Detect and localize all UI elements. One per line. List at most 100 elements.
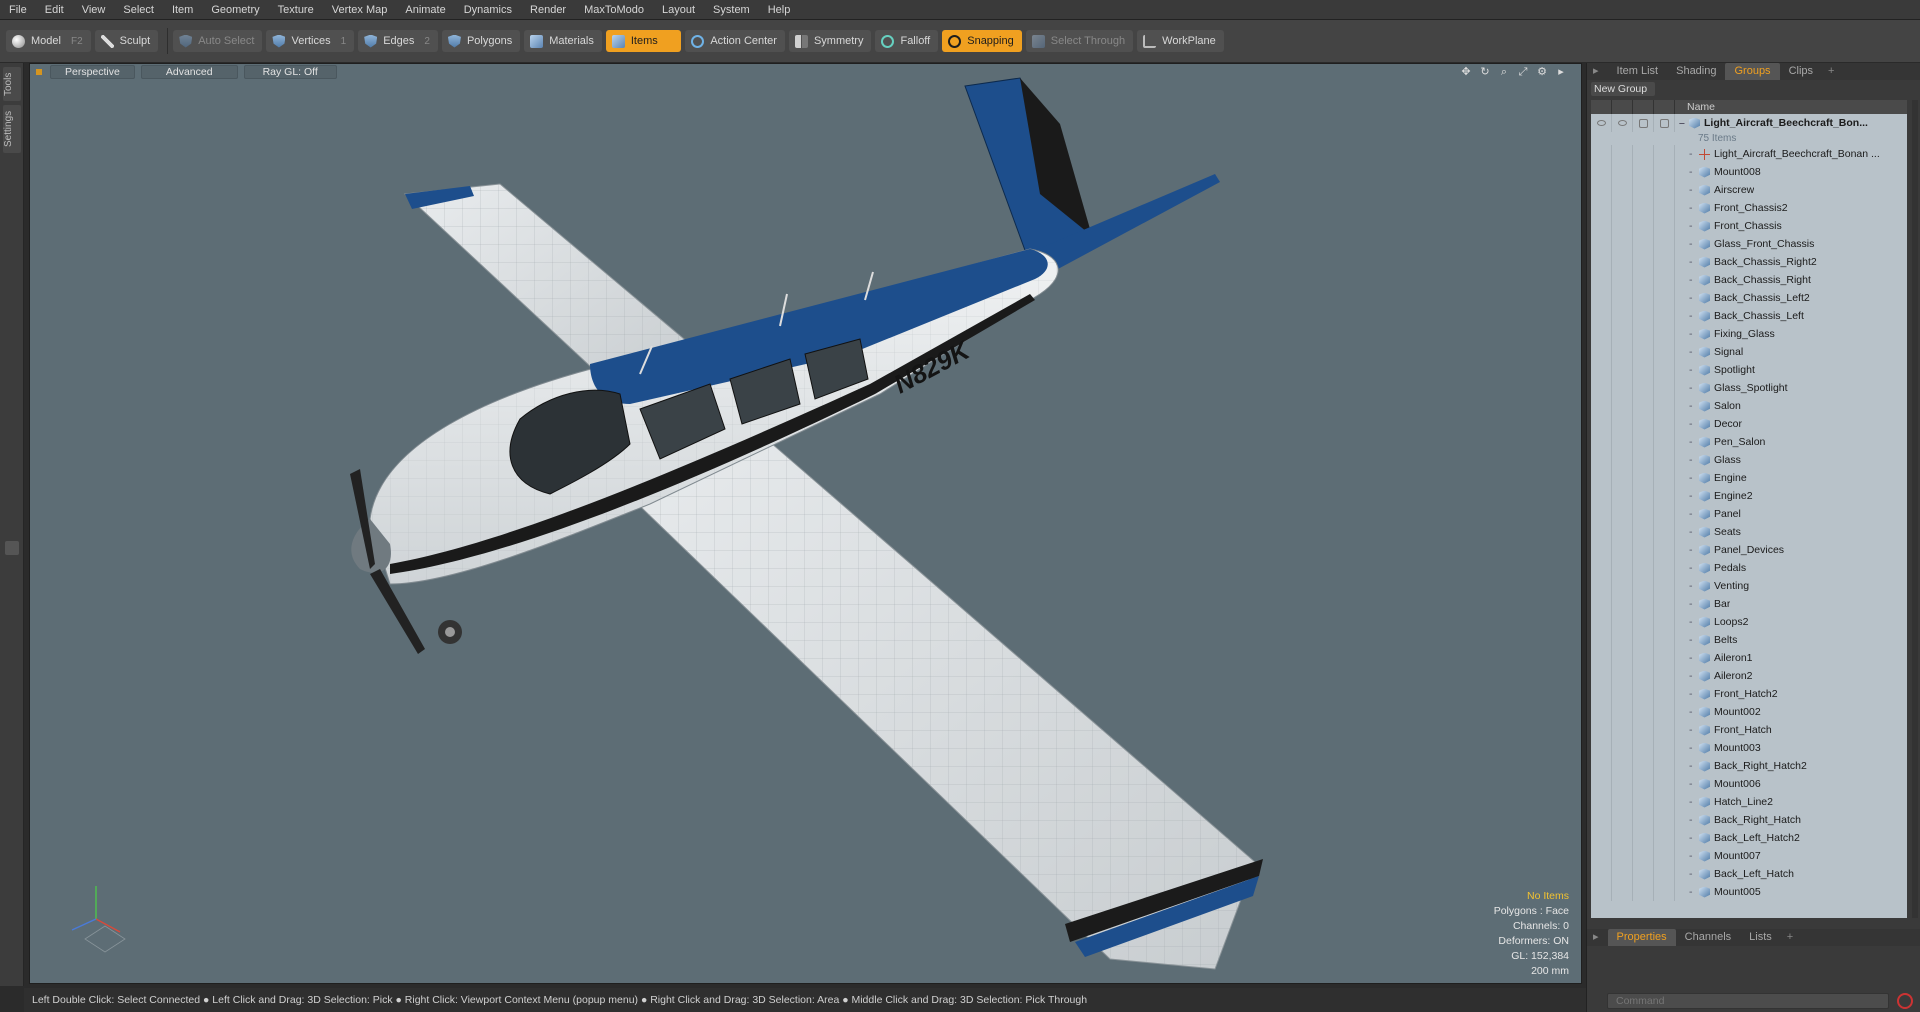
tab-channels[interactable]: Channels [1676,929,1740,946]
list-item[interactable]: - Front_Chassis [1591,217,1907,235]
rotate-view-icon[interactable]: ↻ [1479,66,1491,78]
command-history-icon[interactable] [1897,992,1913,1009]
menu-maxtomodo[interactable]: MaxToModo [575,0,653,20]
zoom-view-icon[interactable]: ⌕ [1498,66,1510,78]
lock-checkbox[interactable] [1638,118,1648,128]
list-item[interactable]: - Seats [1591,523,1907,541]
menu-help[interactable]: Help [759,0,800,20]
items-button[interactable]: Items [605,30,682,52]
list-item[interactable]: - Back_Right_Hatch2 [1591,757,1907,775]
chevron-right-icon[interactable]: ▸ [1555,66,1567,78]
tab-item-list[interactable]: Item List [1608,63,1668,80]
list-item[interactable]: - Mount002 [1591,703,1907,721]
list-item[interactable]: - Back_Right_Hatch [1591,811,1907,829]
list-item[interactable]: - Signal [1591,343,1907,361]
list-item[interactable]: - Back_Chassis_Left2 [1591,289,1907,307]
tab-lists[interactable]: Lists [1740,929,1781,946]
command-input[interactable] [1607,992,1889,1009]
list-item[interactable]: - Spotlight [1591,361,1907,379]
tab-groups[interactable]: Groups [1725,63,1780,80]
add-tab-icon[interactable]: + [1822,63,1840,80]
maximize-view-icon[interactable]: ⤢ [1517,66,1529,78]
action-center-button[interactable]: Action Center [685,30,785,52]
list-item[interactable]: - Panel_Devices [1591,541,1907,559]
3d-viewport[interactable]: N829K Perspective Advanced Ray GL: Off ✥… [29,63,1582,984]
render-column-icon[interactable] [1612,100,1633,114]
tab-properties[interactable]: Properties [1607,929,1676,946]
menu-item[interactable]: Item [163,0,202,20]
select-column-icon[interactable] [1654,100,1675,114]
list-item[interactable]: - Hatch_Line2 [1591,793,1907,811]
move-view-icon[interactable]: ✥ [1460,66,1472,78]
list-item[interactable]: - Front_Hatch2 [1591,685,1907,703]
panel-toggle-button[interactable] [5,541,19,555]
list-item[interactable]: - Panel [1591,505,1907,523]
raygl-button[interactable]: Ray GL: Off [243,65,337,79]
tab-tools[interactable]: Tools [3,67,21,101]
menu-file[interactable]: File [0,0,36,20]
list-item[interactable]: - Venting [1591,577,1907,595]
eye-icon[interactable] [1596,120,1606,126]
collapse-icon[interactable]: – [1679,117,1689,129]
snapping-button[interactable]: Snapping [942,30,1022,52]
list-item[interactable]: - Belts [1591,631,1907,649]
panel-menu-icon[interactable]: ▸ [1591,63,1608,80]
menu-dynamics[interactable]: Dynamics [455,0,521,20]
list-item[interactable]: - Bar [1591,595,1907,613]
materials-button[interactable]: Materials [524,30,602,52]
list-item[interactable]: - Salon [1591,397,1907,415]
list-item[interactable]: - Mount003 [1591,739,1907,757]
list-item[interactable]: - Aileron2 [1591,667,1907,685]
visibility-column-icon[interactable] [1591,100,1612,114]
list-item[interactable]: - Back_Left_Hatch [1591,865,1907,883]
symmetry-button[interactable]: Symmetry [788,30,872,52]
list-item[interactable]: - Airscrew [1591,181,1907,199]
list-item[interactable]: - Glass_Front_Chassis [1591,235,1907,253]
tab-settings[interactable]: Settings [3,105,21,153]
list-item[interactable]: - Mount006 [1591,775,1907,793]
model-mode-button[interactable]: Model F2 [6,30,91,52]
panel-menu-icon[interactable]: ▸ [1591,929,1608,946]
workplane-button[interactable]: WorkPlane [1137,30,1224,52]
list-item[interactable]: - Back_Chassis_Left [1591,307,1907,325]
menu-vertex-map[interactable]: Vertex Map [323,0,397,20]
viewport-menu-icon[interactable] [36,69,42,75]
list-item[interactable]: - Engine2 [1591,487,1907,505]
group-root-row[interactable]: – Light_Aircraft_Beechcraft_Bon... [1591,114,1907,132]
list-item[interactable]: - Front_Chassis2 [1591,199,1907,217]
list-item[interactable]: - Back_Left_Hatch2 [1591,829,1907,847]
tab-clips[interactable]: Clips [1780,63,1822,80]
menu-texture[interactable]: Texture [269,0,323,20]
name-column-header[interactable]: Name [1675,101,1715,113]
list-item[interactable]: - Mount007 [1591,847,1907,865]
menu-animate[interactable]: Animate [396,0,454,20]
list-item[interactable]: - Light_Aircraft_Beechcraft_Bonan ... [1591,145,1907,163]
polygons-button[interactable]: Polygons [441,30,521,52]
list-item[interactable]: - Engine [1591,469,1907,487]
tab-shading[interactable]: Shading [1667,63,1725,80]
list-item[interactable]: - Mount005 [1591,883,1907,901]
edges-button[interactable]: Edges 2 [358,30,438,52]
add-tab-icon[interactable]: + [1781,929,1799,946]
new-group-button[interactable]: New Group [1591,82,1656,96]
list-item[interactable]: - Pen_Salon [1591,433,1907,451]
menu-system[interactable]: System [704,0,759,20]
menu-select[interactable]: Select [114,0,163,20]
lock-column-icon[interactable] [1633,100,1654,114]
list-item[interactable]: - Loops2 [1591,613,1907,631]
list-item[interactable]: - Decor [1591,415,1907,433]
menu-render[interactable]: Render [521,0,575,20]
vertices-button[interactable]: Vertices 1 [266,30,355,52]
render-icon[interactable] [1617,120,1627,126]
gear-icon[interactable]: ⚙ [1536,66,1548,78]
menu-geometry[interactable]: Geometry [202,0,268,20]
falloff-button[interactable]: Falloff [875,30,939,52]
list-item[interactable]: - Front_Hatch [1591,721,1907,739]
list-item[interactable]: - Glass_Spotlight [1591,379,1907,397]
list-item[interactable]: - Mount008 [1591,163,1907,181]
select-checkbox[interactable] [1659,118,1669,128]
list-item[interactable]: - Fixing_Glass [1591,325,1907,343]
list-item[interactable]: - Back_Chassis_Right2 [1591,253,1907,271]
menu-layout[interactable]: Layout [653,0,704,20]
list-item[interactable]: - Pedals [1591,559,1907,577]
